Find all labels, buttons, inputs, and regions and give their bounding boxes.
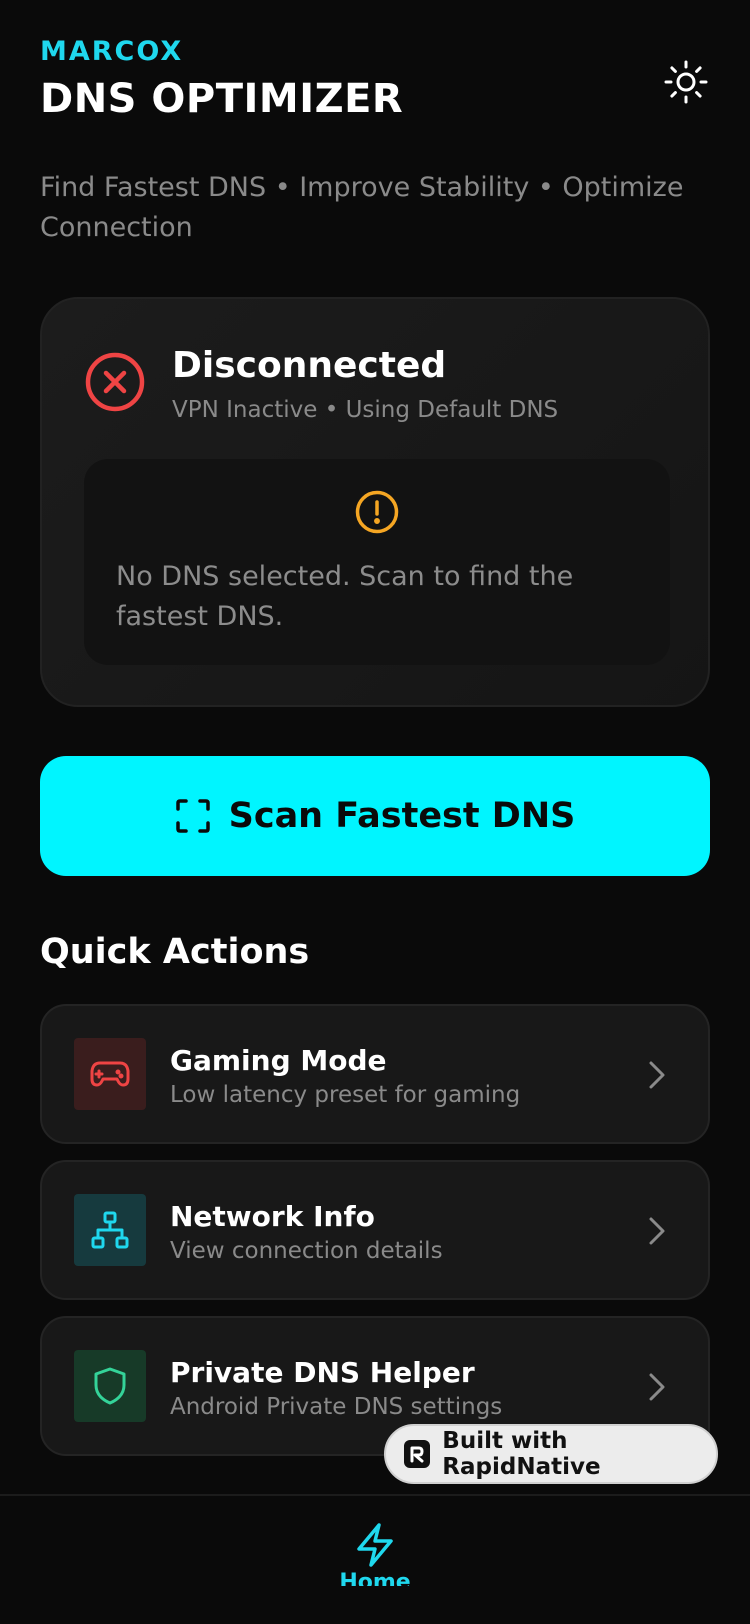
dns-notice-box: No DNS selected. Scan to find the fastes… — [84, 459, 670, 665]
chevron-right-icon — [649, 1217, 665, 1245]
built-with-badge[interactable]: Built with RapidNative — [384, 1424, 718, 1484]
nav-tab-home[interactable]: Home — [325, 1522, 425, 1624]
alert-circle-icon — [355, 490, 399, 534]
bottom-navigation: Home — [0, 1494, 750, 1624]
rapidnative-logo-icon — [404, 1440, 431, 1468]
quick-actions-heading: Quick Actions — [40, 932, 310, 972]
page-title: DNS OPTIMIZER — [40, 76, 404, 122]
lightning-icon — [357, 1523, 393, 1567]
action-title: Private DNS Helper — [170, 1356, 475, 1389]
shield-icon — [94, 1367, 126, 1405]
dns-notice-text: No DNS selected. Scan to find the fastes… — [116, 561, 574, 632]
app-screen: MARCOX DNS OPTIMIZER Find Fastest DNS • … — [0, 0, 750, 1624]
chevron-right-icon — [649, 1061, 665, 1089]
scan-icon — [175, 799, 210, 833]
action-subtitle: Low latency preset for gaming — [170, 1082, 521, 1108]
status-subtitle: VPN Inactive • Using Default DNS — [172, 397, 559, 423]
action-subtitle: Android Private DNS settings — [170, 1394, 503, 1420]
gaming-mode-card[interactable]: Gaming Mode Low latency preset for gamin… — [40, 1004, 710, 1144]
gaming-mode-icon-box — [74, 1038, 146, 1110]
action-title: Gaming Mode — [170, 1044, 387, 1077]
network-info-icon-box — [74, 1194, 146, 1266]
gamepad-icon — [90, 1061, 130, 1087]
badge-label: Built with RapidNative — [442, 1428, 601, 1480]
chevron-right-icon — [649, 1373, 665, 1401]
theme-toggle-button[interactable] — [662, 58, 710, 106]
sun-icon — [664, 60, 708, 104]
scan-button-label: Scan Fastest DNS — [228, 796, 576, 836]
connection-status-card: Disconnected VPN Inactive • Using Defaul… — [40, 297, 710, 707]
status-title: Disconnected — [172, 345, 447, 386]
private-dns-icon-box — [74, 1350, 146, 1422]
tagline: Find Fastest DNS • Improve Stability • O… — [40, 172, 684, 243]
network-info-card[interactable]: Network Info View connection details — [40, 1160, 710, 1300]
brand-name: MARCOX — [40, 36, 184, 67]
action-subtitle: View connection details — [170, 1238, 443, 1264]
x-circle-icon — [85, 352, 145, 412]
scan-fastest-dns-button[interactable]: Scan Fastest DNS — [40, 756, 710, 876]
network-icon — [91, 1211, 129, 1249]
nav-home-label: Home — [339, 1570, 411, 1586]
action-title: Network Info — [170, 1200, 375, 1233]
